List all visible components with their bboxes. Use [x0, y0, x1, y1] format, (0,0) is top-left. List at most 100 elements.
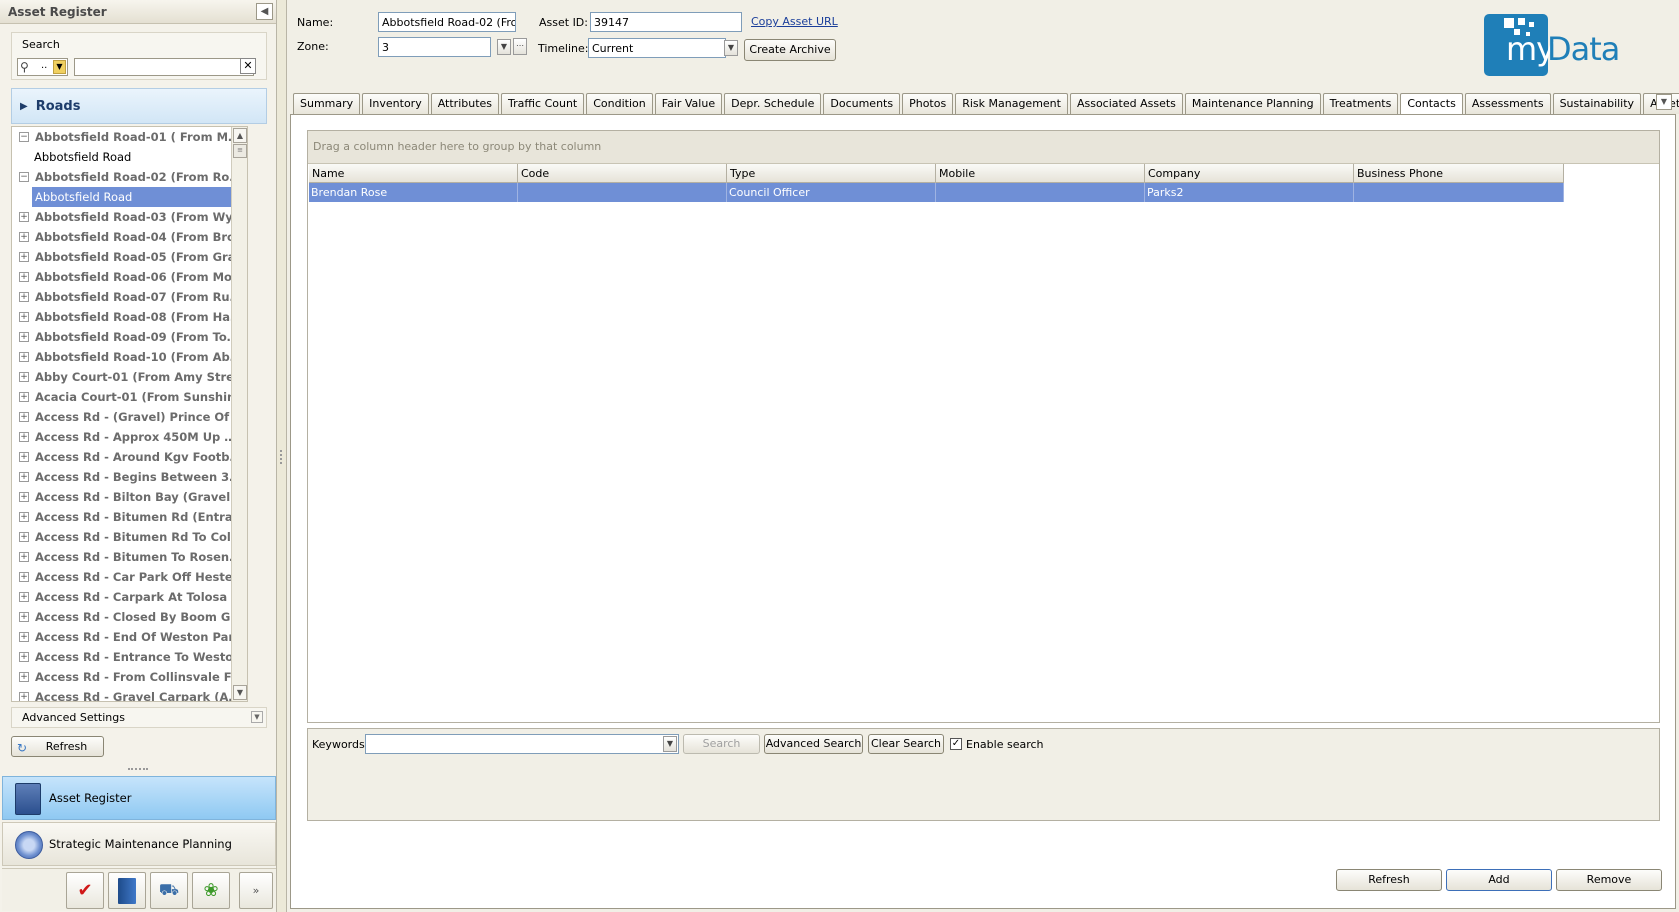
chevron-down-icon[interactable]: ▼	[53, 60, 66, 74]
scroll-up-icon[interactable]: ▲	[233, 128, 247, 143]
expand-icon[interactable]: +	[19, 272, 29, 282]
table-cell[interactable]: Brendan Rose	[309, 183, 518, 202]
book-icon[interactable]	[108, 872, 146, 909]
expand-icon[interactable]: +	[19, 372, 29, 382]
expand-icon[interactable]: +	[19, 412, 29, 422]
tab-depr-schedule[interactable]: Depr. Schedule	[724, 93, 822, 114]
tab-traffic-count[interactable]: Traffic Count	[501, 93, 585, 114]
group-by-panel[interactable]: Drag a column header here to group by th…	[308, 131, 1659, 164]
chevron-down-icon[interactable]: ▼	[497, 39, 511, 55]
tree-item[interactable]: + Abbotsfield Road-07 (From Russell ...	[12, 287, 247, 307]
tree-item[interactable]: + Access Rd - Closed By Boom Gate Le...	[12, 607, 247, 627]
checklist-icon[interactable]: ✔	[66, 872, 104, 909]
tree-child-item[interactable]: Abbotsfield Road	[12, 147, 247, 167]
expand-icon[interactable]: +	[19, 392, 29, 402]
tree-child-item[interactable]: Abbotsfield Road	[32, 187, 247, 207]
tab-documents[interactable]: Documents	[823, 93, 901, 114]
expand-icon[interactable]: +	[19, 592, 29, 602]
advanced-settings-toggle[interactable]: Advanced Settings ▼	[11, 707, 267, 728]
chevron-down-icon[interactable]: ▼	[663, 736, 677, 752]
search-mode-dropdown[interactable]: ⚲ .. ▼	[17, 58, 68, 76]
tree-item[interactable]: + Abbotsfield Road-05 (From Grafton ...	[12, 247, 247, 267]
expand-icon[interactable]: +	[19, 492, 29, 502]
tree-item[interactable]: + Access Rd - (Gravel) Prince Of Wales...	[12, 407, 247, 427]
tab-associated-assets[interactable]: Associated Assets	[1069, 93, 1183, 114]
scroll-thumb[interactable]: ≡	[233, 144, 247, 158]
tree-item[interactable]: + Abbotsfield Road-03 (From Wyndha...	[12, 207, 247, 227]
clear-search-icon[interactable]: ✕	[240, 58, 256, 74]
add-button[interactable]: Add	[1446, 869, 1552, 891]
clear-search-button[interactable]: Clear Search	[868, 734, 944, 754]
expand-icon[interactable]: +	[19, 232, 29, 242]
expand-icon[interactable]: +	[19, 652, 29, 662]
column-header[interactable]: Mobile	[936, 164, 1145, 183]
sprout-icon[interactable]: ❀	[192, 872, 230, 909]
more-chevron-icon[interactable]: »	[239, 872, 273, 909]
expand-icon[interactable]: +	[19, 612, 29, 622]
expand-icon[interactable]: +	[19, 452, 29, 462]
tree-item[interactable]: + Access Rd - Bitumen Rd To Collinsva...	[12, 527, 247, 547]
ellipsis-icon[interactable]: ⋯	[513, 38, 527, 55]
tab-photos[interactable]: Photos	[902, 93, 954, 114]
expand-icon[interactable]: +	[19, 432, 29, 442]
expand-icon[interactable]: +	[19, 672, 29, 682]
tree-item[interactable]: + Abbotsfield Road-08 (From Harbord...	[12, 307, 247, 327]
table-cell[interactable]	[936, 183, 1145, 202]
search-input[interactable]	[74, 58, 254, 76]
tab-assessments[interactable]: Assessments	[1464, 93, 1551, 114]
collapse-panel-button[interactable]: ◀	[256, 3, 273, 20]
nav-asset-register[interactable]: Asset Register	[2, 776, 276, 820]
table-cell[interactable]: Council Officer	[727, 183, 936, 202]
tree-item[interactable]: + Abbotsfield Road-09 (From Toffolis ...	[12, 327, 247, 347]
refresh-button[interactable]: Refresh	[1336, 869, 1442, 891]
expand-icon[interactable]: +	[19, 252, 29, 262]
tree-item[interactable]: + Acacia Court-01 (From Sunshine Ro...	[12, 387, 247, 407]
chevron-down-icon[interactable]: ▼	[724, 40, 738, 56]
tab-sustainability[interactable]: Sustainability	[1552, 93, 1642, 114]
tree-scrollbar[interactable]: ▲ ≡ ▼	[231, 127, 247, 701]
tree-item[interactable]: + Abby Court-01 (From Amy Street T...	[12, 367, 247, 387]
column-header[interactable]: Type	[727, 164, 936, 183]
column-header[interactable]: Name	[309, 164, 518, 183]
tree-item[interactable]: + Access Rd - End Of Weston Park Just...	[12, 627, 247, 647]
tab-treatments[interactable]: Treatments	[1322, 93, 1399, 114]
asset-id-field[interactable]: 39147	[590, 12, 742, 32]
expand-icon[interactable]: +	[19, 312, 29, 322]
tree-item[interactable]: + Abbotsfield Road-04 (From Brooker...	[12, 227, 247, 247]
tree-item[interactable]: −Abbotsfield Road-01 ( From Main Ro...	[12, 127, 247, 147]
copy-asset-url-link[interactable]: Copy Asset URL	[751, 15, 838, 28]
collapse-icon[interactable]: −	[19, 172, 29, 182]
tree-item[interactable]: + Access Rd - Approx 450M Up Mt Faul...	[12, 427, 247, 447]
tab-contacts[interactable]: Contacts	[1400, 93, 1463, 115]
tree-item[interactable]: + Access Rd - Carpark At Tolosa Hall	[12, 587, 247, 607]
nav-strategic-maintenance-planning[interactable]: Strategic Maintenance Planning	[2, 822, 276, 866]
tree-refresh-button[interactable]: ↻ Refresh	[11, 736, 104, 757]
column-header[interactable]: Code	[518, 164, 727, 183]
expand-icon[interactable]: +	[19, 532, 29, 542]
table-cell[interactable]	[1354, 183, 1564, 202]
tree-item[interactable]: + Access Rd - Gravel Carpark (Approx ...	[12, 687, 247, 701]
tab-attributes[interactable]: Attributes	[430, 93, 500, 114]
create-archive-button[interactable]: Create Archive	[744, 39, 836, 61]
asset-tree[interactable]: −Abbotsfield Road-01 ( From Main Ro...Ab…	[11, 126, 248, 702]
expand-icon[interactable]: +	[19, 332, 29, 342]
table-cell[interactable]	[518, 183, 727, 202]
tab-fair-value[interactable]: Fair Value	[654, 93, 723, 114]
tab-summary[interactable]: Summary	[293, 93, 361, 114]
column-header[interactable]: Business Phone	[1354, 164, 1564, 183]
timeline-select[interactable]: Current	[588, 38, 726, 58]
keywords-input[interactable]	[365, 734, 679, 754]
collapse-icon[interactable]: −	[19, 132, 29, 142]
tree-item[interactable]: + Access Rd - Around Kgv Football Ov...	[12, 447, 247, 467]
expand-icon[interactable]: +	[19, 512, 29, 522]
table-cell[interactable]: Parks2	[1145, 183, 1354, 202]
tree-item[interactable]: + Access Rd - Bitumen To Roseneath ...	[12, 547, 247, 567]
column-header[interactable]: Company	[1145, 164, 1354, 183]
tab-condition[interactable]: Condition	[586, 93, 653, 114]
expand-icon[interactable]: +	[19, 292, 29, 302]
table-row[interactable]: Brendan Rose Council Officer Parks2	[309, 183, 1564, 202]
tree-item[interactable]: + Access Rd - Bilton Bay (Gravel)	[12, 487, 247, 507]
tree-item[interactable]: + Abbotsfield Road-06 (From Mongan...	[12, 267, 247, 287]
expand-icon[interactable]: +	[19, 692, 29, 701]
expand-icon[interactable]: +	[19, 572, 29, 582]
